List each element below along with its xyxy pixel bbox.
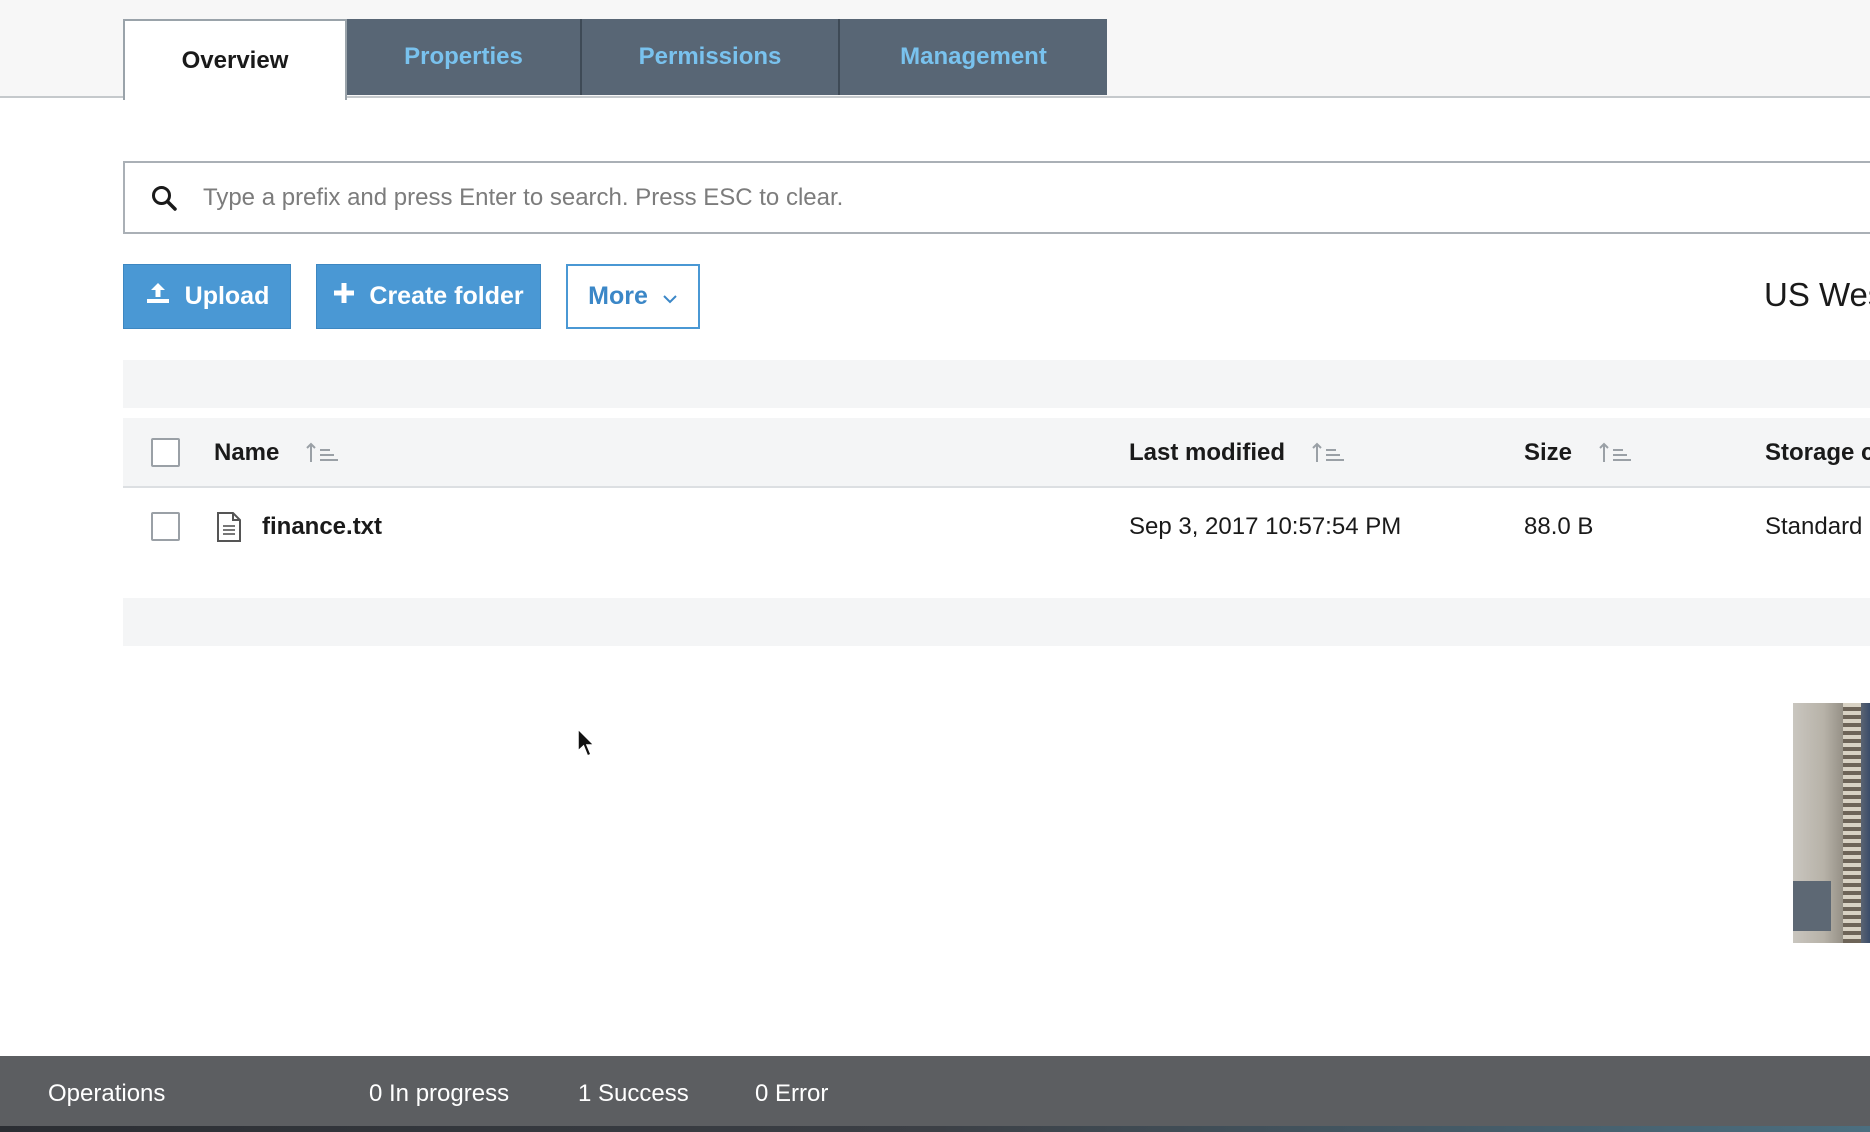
file-size: 88.0 B bbox=[1524, 513, 1594, 540]
operations-success[interactable]: 1 Success bbox=[578, 1056, 689, 1132]
sort-icon[interactable] bbox=[1311, 441, 1347, 465]
tab-management-label: Management bbox=[900, 43, 1047, 70]
plus-icon bbox=[333, 282, 355, 311]
tab-bar: Overview Properties Permissions Manageme… bbox=[0, 0, 1870, 100]
tab-overview-label: Overview bbox=[181, 46, 289, 74]
sort-icon[interactable] bbox=[305, 441, 341, 465]
webcam-overlay bbox=[1793, 703, 1870, 943]
search-input[interactable] bbox=[203, 163, 1870, 232]
upload-button[interactable]: Upload bbox=[123, 264, 291, 329]
tab-permissions-label: Permissions bbox=[638, 43, 782, 70]
table-bottom-band bbox=[123, 598, 1870, 646]
column-header-storage-class[interactable]: Storage c bbox=[1765, 418, 1870, 488]
s3-bucket-page: Overview Properties Permissions Manageme… bbox=[0, 0, 1870, 1132]
table-header: Name Last modified Size Storage c bbox=[123, 418, 1870, 488]
sort-icon[interactable] bbox=[1598, 441, 1634, 465]
create-folder-button[interactable]: Create folder bbox=[316, 264, 541, 329]
more-label: More bbox=[588, 282, 648, 310]
column-header-last-modified-label: Last modified bbox=[1129, 439, 1286, 466]
table-row[interactable]: finance.txt Sep 3, 2017 10:57:54 PM 88.0… bbox=[123, 490, 1870, 564]
column-header-size[interactable]: Size bbox=[1524, 418, 1634, 488]
upload-label: Upload bbox=[184, 282, 270, 310]
file-icon bbox=[216, 490, 242, 564]
tab-properties[interactable]: Properties bbox=[347, 19, 582, 95]
tab-management[interactable]: Management bbox=[840, 19, 1107, 95]
row-checkbox[interactable] bbox=[151, 512, 180, 541]
webcam-shelf bbox=[1843, 703, 1861, 943]
operations-bar: Operations 0 In progress 1 Success 0 Err… bbox=[0, 1056, 1870, 1132]
create-folder-label: Create folder bbox=[369, 282, 524, 310]
tab-permissions[interactable]: Permissions bbox=[582, 19, 840, 95]
operations-error[interactable]: 0 Error bbox=[755, 1056, 828, 1132]
operations-in-progress[interactable]: 0 In progress bbox=[369, 1056, 509, 1132]
column-header-name[interactable]: Name bbox=[214, 418, 341, 488]
search-box bbox=[123, 161, 1870, 234]
webcam-device bbox=[1793, 881, 1831, 931]
column-header-name-label: Name bbox=[214, 439, 280, 466]
column-header-last-modified[interactable]: Last modified bbox=[1129, 418, 1347, 488]
operations-toggle[interactable]: Operations bbox=[48, 1056, 165, 1132]
cursor-icon bbox=[576, 727, 598, 764]
file-name-link[interactable]: finance.txt bbox=[262, 490, 382, 564]
column-header-storage-class-label: Storage c bbox=[1765, 439, 1870, 466]
chevron-down-icon bbox=[662, 282, 678, 311]
file-storage-class: Standard bbox=[1765, 513, 1863, 540]
taskbar-strip bbox=[0, 1126, 1870, 1132]
tab-overview[interactable]: Overview bbox=[123, 19, 347, 100]
search-icon bbox=[125, 163, 203, 232]
table-top-band bbox=[123, 360, 1870, 408]
file-last-modified: Sep 3, 2017 10:57:54 PM bbox=[1129, 513, 1402, 540]
select-all-checkbox[interactable] bbox=[151, 438, 180, 467]
tab-properties-label: Properties bbox=[404, 43, 523, 70]
region-label: US Wes bbox=[1764, 276, 1870, 313]
more-button[interactable]: More bbox=[566, 264, 700, 329]
upload-icon bbox=[145, 280, 171, 313]
column-header-size-label: Size bbox=[1524, 439, 1573, 466]
